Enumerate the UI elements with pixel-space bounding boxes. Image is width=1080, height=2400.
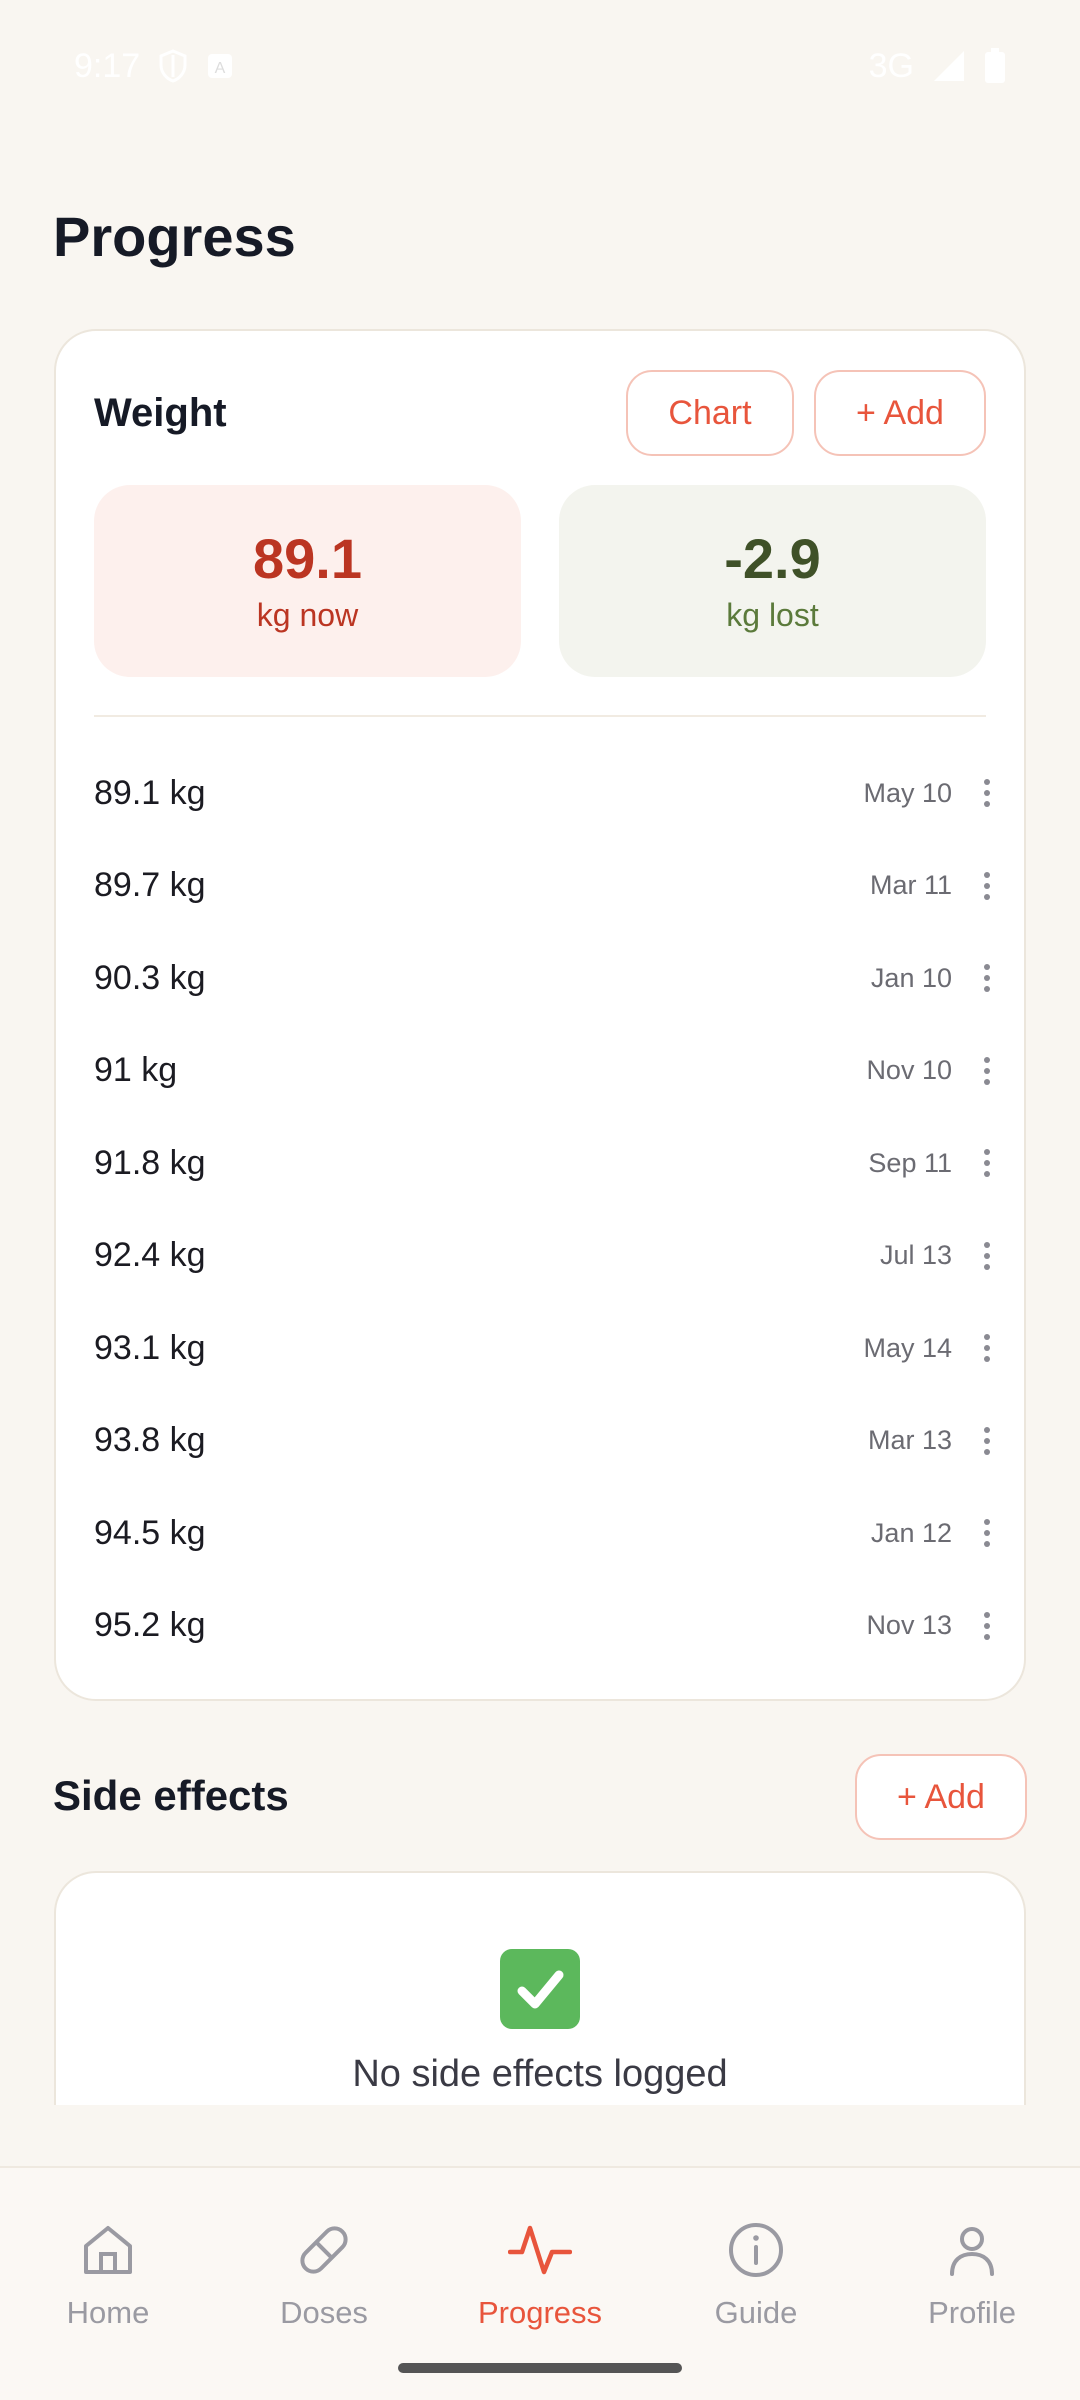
add-side-effect-button[interactable]: + Add <box>855 1754 1027 1840</box>
entry-weight: 89.1 kg <box>94 773 206 812</box>
chart-button[interactable]: Chart <box>626 370 794 456</box>
more-vertical-icon[interactable] <box>972 773 1002 813</box>
entry-date: Nov 13 <box>866 1610 952 1641</box>
pill-icon <box>294 2220 354 2285</box>
check-mark-icon <box>500 1949 580 2029</box>
weight-lost-stat: -2.9 kg lost <box>559 485 986 677</box>
weight-entries-list: 89.1 kg May 10 89.7 kg Mar 11 90.3 kg Jan 10 9… <box>94 747 1002 1672</box>
nav-label-profile: Profile <box>928 2295 1016 2330</box>
entry-weight: 93.8 kg <box>94 1421 206 1460</box>
entry-meta: Mar 11 <box>870 866 1002 906</box>
weight-lost-value: -2.9 <box>724 526 821 590</box>
entry-weight: 95.2 kg <box>94 1606 206 1645</box>
entry-meta: Sep 11 <box>868 1143 1002 1183</box>
weight-card: Weight Chart + Add 89.1 kg now -2.9 kg l… <box>54 329 1026 1701</box>
weight-lost-label: kg lost <box>726 597 819 634</box>
entry-meta: Mar 13 <box>868 1421 1002 1461</box>
info-icon <box>726 2220 786 2285</box>
entry-date: Jan 12 <box>870 1517 952 1548</box>
more-vertical-icon[interactable] <box>972 958 1002 998</box>
nav-item-profile[interactable]: Profile <box>864 2168 1080 2348</box>
weight-entry-row[interactable]: 89.7 kg Mar 11 <box>94 840 1002 933</box>
entry-date: Nov 10 <box>866 1055 952 1086</box>
weight-entry-row[interactable]: 93.1 kg May 14 <box>94 1302 1002 1395</box>
more-vertical-icon[interactable] <box>972 1236 1002 1276</box>
current-weight-stat: 89.1 kg now <box>94 485 521 677</box>
profile-icon <box>942 2220 1002 2285</box>
home-icon <box>78 2220 138 2285</box>
nav-item-guide[interactable]: Guide <box>648 2168 864 2348</box>
add-weight-button[interactable]: + Add <box>814 370 986 456</box>
entry-date: May 14 <box>863 1332 952 1363</box>
nav-item-doses[interactable]: Doses <box>216 2168 432 2348</box>
entry-meta: May 10 <box>863 773 1002 813</box>
entry-meta: Jan 12 <box>871 1513 1002 1553</box>
entry-meta: May 14 <box>863 1328 1002 1368</box>
entry-weight: 90.3 kg <box>94 958 206 997</box>
entry-date: Mar 13 <box>867 1425 952 1456</box>
side-effects-empty-text: No side effects logged <box>352 2053 728 2095</box>
divider <box>94 715 986 717</box>
weight-title: Weight <box>94 390 227 435</box>
entry-date: Mar 11 <box>869 870 952 901</box>
entry-weight: 94.5 kg <box>94 1513 206 1552</box>
entry-weight: 91 kg <box>94 1051 178 1090</box>
signal-icon <box>932 49 966 83</box>
entry-weight: 92.4 kg <box>94 1236 206 1275</box>
status-right: 3G <box>869 47 1006 86</box>
activity-icon <box>507 2220 573 2285</box>
current-weight-value: 89.1 <box>253 526 362 590</box>
more-vertical-icon[interactable] <box>972 1513 1002 1553</box>
more-vertical-icon[interactable] <box>972 1421 1002 1461</box>
entry-date: Jan 10 <box>870 962 952 993</box>
side-effects-card: No side effects logged <box>54 1871 1026 2105</box>
nav-label-doses: Doses <box>280 2295 368 2330</box>
font-icon: A <box>206 52 234 80</box>
weight-entry-row[interactable]: 95.2 kg Nov 13 <box>94 1580 1002 1673</box>
network-type: 3G <box>868 46 914 85</box>
nav-label-home: Home <box>66 2295 150 2330</box>
weight-actions: Chart + Add <box>626 370 986 456</box>
entry-meta: Jan 10 <box>871 958 1002 998</box>
shield-icon <box>158 49 188 83</box>
weight-entry-row[interactable]: 90.3 kg Jan 10 <box>94 932 1002 1025</box>
entry-meta: Nov 10 <box>866 1051 1002 1091</box>
more-vertical-icon[interactable] <box>972 1051 1002 1091</box>
nav-item-home[interactable]: Home <box>0 2168 216 2348</box>
entry-date: Sep 11 <box>868 1147 952 1178</box>
weight-header: Weight Chart + Add <box>94 369 986 457</box>
battery-icon <box>984 48 1006 84</box>
svg-text:A: A <box>215 60 226 77</box>
status-time: 9:17 <box>74 46 141 85</box>
current-weight-label: kg now <box>256 597 359 634</box>
nav-item-progress[interactable]: Progress <box>432 2168 648 2348</box>
page-title: Progress <box>53 205 296 268</box>
weight-entry-row[interactable]: 93.8 kg Mar 13 <box>94 1395 1002 1488</box>
more-vertical-icon[interactable] <box>972 1606 1002 1646</box>
weight-entry-row[interactable]: 89.1 kg May 10 <box>94 747 1002 840</box>
weight-stats: 89.1 kg now -2.9 kg lost <box>94 485 986 677</box>
status-left: 9:17 A <box>74 47 234 86</box>
entry-meta: Nov 13 <box>866 1606 1002 1646</box>
entry-weight: 93.1 kg <box>94 1328 206 1367</box>
nav-label-progress: Progress <box>477 2295 603 2330</box>
weight-entry-row[interactable]: 91 kg Nov 10 <box>94 1025 1002 1118</box>
entry-meta: Jul 13 <box>880 1236 1002 1276</box>
weight-entry-row[interactable]: 92.4 kg Jul 13 <box>94 1210 1002 1303</box>
entry-weight: 89.7 kg <box>94 866 206 905</box>
weight-entry-row[interactable]: 94.5 kg Jan 12 <box>94 1487 1002 1580</box>
more-vertical-icon[interactable] <box>972 1328 1002 1368</box>
entry-date: May 10 <box>863 777 952 808</box>
home-indicator[interactable] <box>398 2363 682 2373</box>
more-vertical-icon[interactable] <box>972 1143 1002 1183</box>
more-vertical-icon[interactable] <box>972 866 1002 906</box>
status-bar: 9:17 A 3G <box>0 0 1080 132</box>
side-effects-title: Side effects <box>53 1772 289 1819</box>
entry-date: Jul 13 <box>879 1240 952 1271</box>
nav-label-guide: Guide <box>714 2295 798 2330</box>
entry-weight: 91.8 kg <box>94 1143 206 1182</box>
weight-entry-row[interactable]: 91.8 kg Sep 11 <box>94 1117 1002 1210</box>
